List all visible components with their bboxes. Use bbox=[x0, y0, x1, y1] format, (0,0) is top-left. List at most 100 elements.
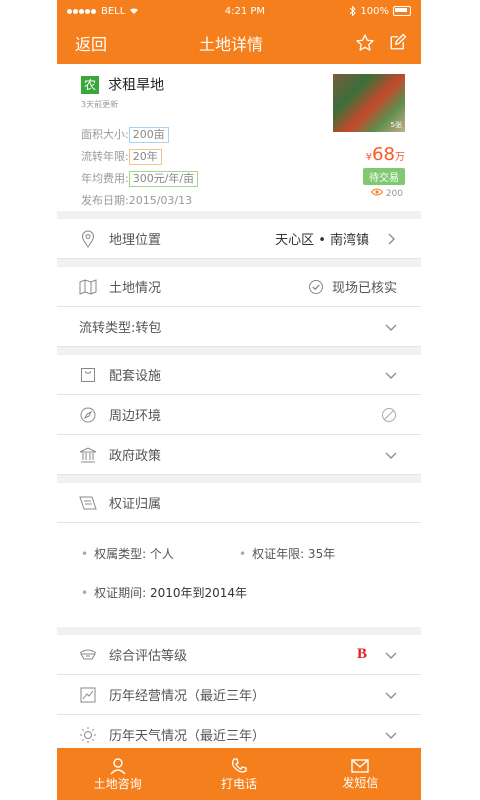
battery-icon bbox=[393, 6, 411, 16]
government-building-icon bbox=[79, 446, 97, 464]
compass-icon bbox=[79, 406, 97, 424]
cert-period-label: 权证期间: bbox=[94, 586, 147, 600]
map-icon bbox=[79, 278, 97, 296]
term-label: 流转年限: bbox=[81, 149, 129, 163]
certificate-label: 权证归属 bbox=[109, 497, 162, 512]
check-circle-icon bbox=[308, 279, 323, 294]
chevron-down-icon bbox=[385, 692, 397, 699]
view-count: 200 bbox=[370, 188, 403, 199]
chevron-down-icon bbox=[385, 652, 397, 659]
divider bbox=[57, 211, 421, 219]
divider bbox=[57, 347, 421, 355]
location-value: 天心区 • 南湾镇 bbox=[275, 233, 369, 248]
page-title: 土地详情 bbox=[199, 35, 264, 54]
facilities-row[interactable]: 配套设施 bbox=[57, 355, 421, 395]
area-value: 200亩 bbox=[128, 126, 169, 143]
land-condition-label: 土地情况 bbox=[109, 281, 162, 296]
status-bar: BELL 4:21 PM 100% bbox=[57, 0, 421, 22]
listing-summary: 农 求租旱地 3天前更新 面积大小: 200亩 流转年限: 20年 年均费用: 300… bbox=[57, 64, 421, 211]
cert-period: • 权证期间: 2010年到2014年 bbox=[81, 586, 248, 600]
views-value: 200 bbox=[385, 189, 403, 199]
owner-type: • 权属类型: 个人 bbox=[81, 547, 174, 561]
certificate-detail: • 权属类型: 个人 • 权证年限: 35年 • 权证期间: 2010年到2014年 bbox=[57, 523, 421, 627]
back-button[interactable]: 返回 bbox=[75, 31, 107, 55]
cert-term-value: 权证年限: 35年 bbox=[252, 547, 336, 561]
eye-icon bbox=[370, 188, 384, 196]
rating-label: 综合评估等级 bbox=[109, 649, 188, 664]
bag-icon bbox=[79, 366, 97, 384]
rating-grade: B bbox=[356, 646, 367, 662]
photo-count: 5张 bbox=[390, 121, 402, 129]
divider bbox=[57, 475, 421, 483]
location-row[interactable]: 地理位置 天心区 • 南湾镇 bbox=[57, 219, 421, 259]
phone-screen: BELL 4:21 PM 100% 返回 土地详情 农 求租旱地 3天前更新 面… bbox=[57, 0, 421, 800]
farm-type-tag: 农 bbox=[81, 75, 99, 94]
nav-bar: 返回 土地详情 bbox=[57, 22, 421, 64]
verified-status: 现场已核实 bbox=[308, 277, 397, 296]
weather-history-label: 历年天气情况（最近三年） bbox=[109, 729, 266, 744]
phone-icon bbox=[231, 757, 247, 773]
chevron-down-icon bbox=[385, 372, 397, 379]
carrier-label: BELL bbox=[101, 5, 126, 17]
divider bbox=[57, 259, 421, 267]
policy-label: 政府政策 bbox=[109, 449, 162, 464]
cert-term: • 权证年限: 35年 bbox=[239, 547, 336, 561]
call-button[interactable]: 打电话 bbox=[178, 748, 299, 800]
status-badge: 待交易 bbox=[363, 168, 405, 185]
wifi-icon bbox=[130, 8, 139, 14]
cert-period-value: 2010年到2014年 bbox=[149, 586, 248, 600]
signal-icon bbox=[67, 6, 97, 17]
certificate-line-1: • 权属类型: 个人 • 权证年限: 35年 bbox=[81, 545, 397, 562]
unavailable-icon bbox=[382, 407, 396, 422]
consult-label: 土地咨询 bbox=[93, 776, 142, 791]
bottom-action-bar: 土地咨询 打电话 发短信 bbox=[57, 748, 421, 800]
star-icon[interactable] bbox=[355, 33, 375, 53]
price-value: 68 bbox=[372, 144, 395, 165]
price: ¥68万 bbox=[366, 144, 405, 165]
chevron-down-icon bbox=[385, 732, 397, 739]
chevron-down-icon bbox=[385, 324, 397, 331]
area-label: 面积大小: bbox=[81, 127, 129, 141]
date-value: 2015/03/13 bbox=[128, 193, 193, 207]
environment-label: 周边环境 bbox=[109, 409, 162, 424]
certificate-icon bbox=[79, 494, 97, 512]
policy-row[interactable]: 政府政策 bbox=[57, 435, 421, 475]
owner-type-value: 权属类型: 个人 bbox=[94, 547, 174, 561]
date-label: 发布日期: bbox=[81, 193, 129, 207]
clock: 4:21 PM bbox=[224, 5, 266, 17]
sun-icon bbox=[79, 726, 97, 744]
environment-row[interactable]: 周边环境 bbox=[57, 395, 421, 435]
rating-row[interactable]: 综合评估等级 B bbox=[57, 635, 421, 675]
call-label: 打电话 bbox=[220, 776, 257, 791]
consult-button[interactable]: 土地咨询 bbox=[57, 748, 178, 800]
operation-history-row[interactable]: 历年经营情况（最近三年） bbox=[57, 675, 421, 715]
land-photo[interactable]: 5张 bbox=[333, 74, 405, 132]
status-right: 100% bbox=[350, 6, 411, 17]
transfer-type-label: 流转类型:转包 bbox=[79, 321, 162, 336]
land-condition-row: 土地情况 现场已核实 bbox=[57, 267, 421, 307]
mail-icon bbox=[351, 758, 370, 773]
nav-actions bbox=[355, 33, 407, 53]
rating-icon bbox=[79, 646, 97, 664]
bluetooth-icon bbox=[350, 6, 357, 16]
certificate-line-2: • 权证期间: 2010年到2014年 bbox=[81, 584, 397, 601]
price-unit: 万 bbox=[395, 152, 405, 163]
chevron-down-icon bbox=[385, 452, 397, 459]
operation-history-label: 历年经营情况（最近三年） bbox=[109, 689, 266, 704]
divider bbox=[57, 627, 421, 635]
term-value: 20年 bbox=[128, 148, 162, 165]
transfer-type-row[interactable]: 流转类型:转包 bbox=[57, 307, 421, 347]
chevron-right-icon bbox=[388, 233, 395, 244]
trend-chart-icon bbox=[79, 686, 97, 704]
verified-label: 现场已核实 bbox=[331, 281, 397, 296]
fee-value: 300元/年/亩 bbox=[128, 170, 199, 187]
edit-icon[interactable] bbox=[389, 33, 407, 51]
fee-label: 年均费用: bbox=[81, 171, 129, 185]
sms-button[interactable]: 发短信 bbox=[300, 748, 421, 800]
certificate-row: 权证归属 bbox=[57, 483, 421, 523]
listing-title: 求租旱地 bbox=[108, 77, 165, 94]
battery-percent: 100% bbox=[360, 5, 389, 17]
user-icon bbox=[110, 757, 126, 774]
sms-label: 发短信 bbox=[342, 775, 379, 790]
facilities-label: 配套设施 bbox=[109, 369, 162, 384]
